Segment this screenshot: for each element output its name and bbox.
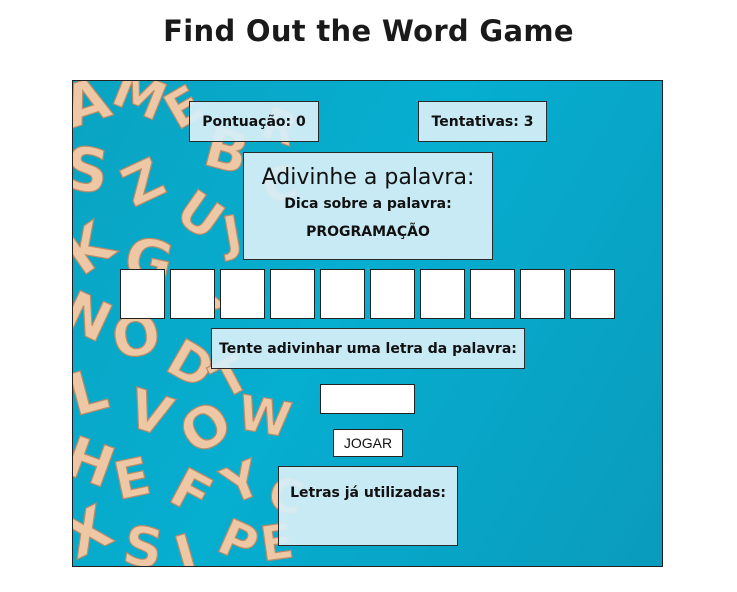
hint-heading: Adivinhe a palavra:	[261, 165, 475, 190]
game-board: A M E B S Z U J K G R N O D T L V O W H …	[72, 80, 663, 567]
svg-text:F: F	[160, 456, 222, 529]
letter-slot	[520, 269, 565, 319]
svg-text:Z: Z	[112, 146, 174, 220]
svg-text:Y: Y	[213, 449, 270, 517]
svg-text:S: S	[73, 133, 113, 208]
svg-text:E: E	[109, 446, 156, 512]
word-letter-slots	[120, 269, 615, 319]
svg-text:J: J	[216, 205, 246, 264]
svg-text:W: W	[234, 385, 296, 449]
guess-prompt: Tente adivinhar uma letra da palavra:	[211, 328, 525, 369]
svg-text:S: S	[118, 513, 167, 566]
svg-text:L: L	[73, 354, 115, 429]
letter-slot	[120, 269, 165, 319]
svg-text:P: P	[210, 508, 267, 566]
play-button[interactable]: JOGAR	[333, 429, 403, 457]
used-letters-label: Letras já utilizadas:	[290, 485, 446, 501]
letter-slot	[370, 269, 415, 319]
svg-text:X: X	[73, 492, 122, 566]
score-display: Pontuação: 0	[189, 101, 319, 142]
used-letters-panel: Letras já utilizadas:	[278, 466, 458, 546]
letter-slot	[270, 269, 315, 319]
letter-guess-input[interactable]	[320, 384, 415, 414]
hint-panel: Adivinhe a palavra: Dica sobre a palavra…	[243, 152, 493, 260]
letter-slot	[420, 269, 465, 319]
hint-label: Dica sobre a palavra:	[284, 196, 452, 212]
attempts-display: Tentativas: 3	[418, 101, 547, 142]
letter-slot	[220, 269, 265, 319]
letter-slot	[570, 269, 615, 319]
letter-slot	[470, 269, 515, 319]
letter-slot	[320, 269, 365, 319]
hint-text: PROGRAMAÇÃO	[306, 224, 430, 240]
page-title: Find Out the Word Game	[163, 14, 574, 48]
letter-slot	[170, 269, 215, 319]
svg-text:I: I	[168, 523, 203, 566]
